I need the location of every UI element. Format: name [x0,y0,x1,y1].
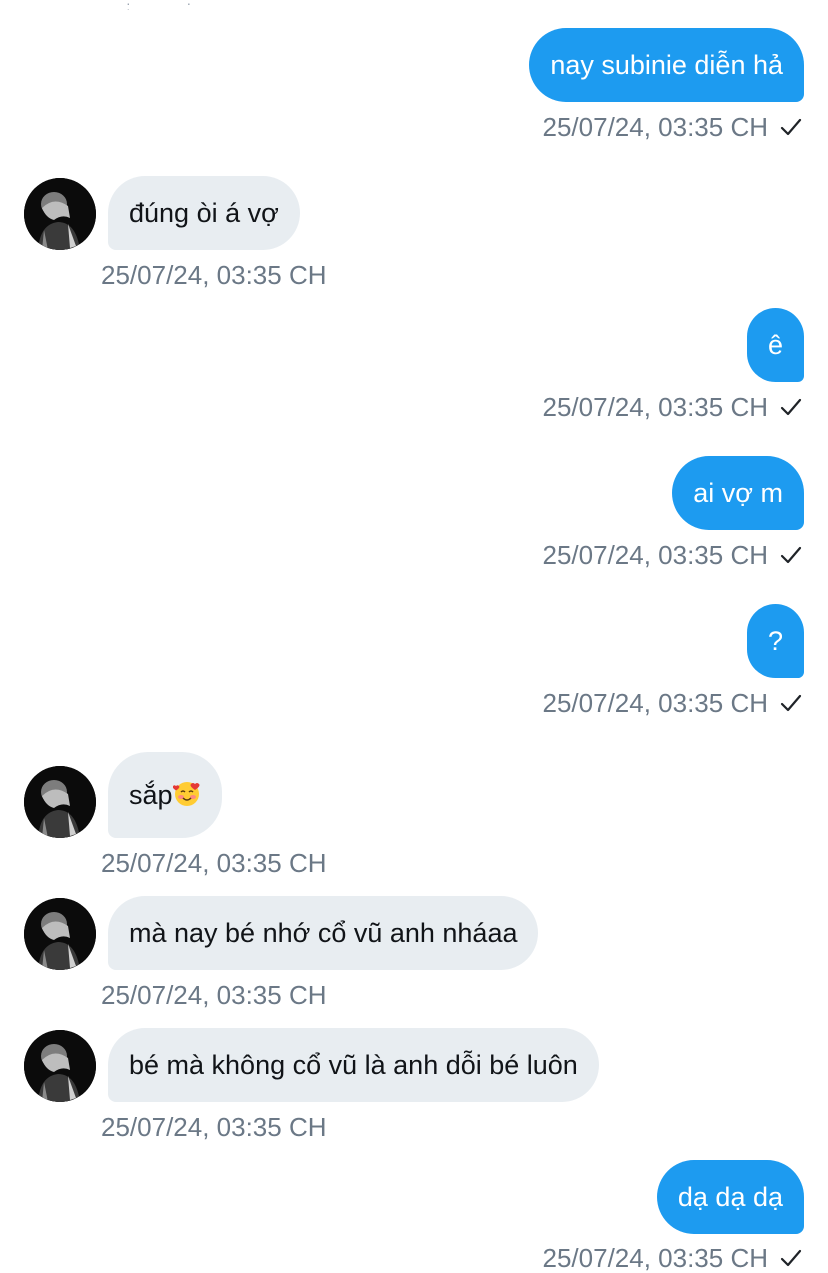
message-timestamp: 25/07/24, 03:35 CH [101,847,327,878]
message-timestamp: 25/07/24, 03:35 CH [101,259,327,290]
outgoing-message-bubble[interactable]: ? [746,604,804,678]
avatar[interactable] [24,178,96,250]
message-timestamp-row: 25/07/24, 03:35 CH [543,390,803,424]
message-timestamp: 25/07/24, 03:35 CH [542,1242,769,1273]
checkmark-icon [780,694,802,712]
avatar-photo [24,1030,96,1102]
message-timestamp: 25/07/24, 03:35 CH [542,111,769,142]
avatar[interactable] [24,766,96,838]
message-timestamp: 25/07/24, 03:35 CH [542,687,769,718]
avatar-photo [24,898,96,970]
message-timestamp-row: 25/07/24, 03:35 CH [543,538,803,572]
message-thread: · · · nay subinie diễn hả 25/07/24, 03:3… [0,0,828,1273]
outgoing-message-bubble[interactable]: ai vợ m [672,456,804,530]
checkmark-icon [780,546,802,564]
previous-timestamp-clipped: · · · [126,0,218,10]
incoming-message-bubble[interactable]: mà nay bé nhớ cổ vũ anh nháaa [108,896,539,970]
message-timestamp: 25/07/24, 03:35 CH [101,1111,327,1142]
incoming-message-bubble[interactable]: sắp [108,752,222,838]
message-timestamp-row: 25/07/24, 03:35 CH [101,978,327,1012]
message-timestamp: 25/07/24, 03:35 CH [542,539,769,570]
checkmark-icon [780,1249,802,1267]
message-timestamp-row: 25/07/24, 03:35 CH [543,1241,803,1273]
avatar-photo [24,178,96,250]
outgoing-message-bubble[interactable]: dạ dạ dạ [656,1160,804,1234]
message-timestamp-row: 25/07/24, 03:35 CH [101,1110,327,1144]
checkmark-icon [780,398,802,416]
smiling-face-with-hearts-icon [172,782,200,806]
avatar-photo [24,766,96,838]
incoming-message-bubble[interactable]: đúng òi á vợ [108,176,300,250]
message-timestamp: 25/07/24, 03:35 CH [542,391,769,422]
message-timestamp-row: 25/07/24, 03:35 CH [101,258,327,292]
message-timestamp-row: 25/07/24, 03:35 CH [543,110,803,144]
message-timestamp-row: 25/07/24, 03:35 CH [543,686,803,720]
avatar[interactable] [24,898,96,970]
message-timestamp-row: 25/07/24, 03:35 CH [101,846,327,880]
checkmark-icon [780,118,802,136]
message-timestamp: 25/07/24, 03:35 CH [101,979,327,1010]
outgoing-message-bubble[interactable]: ê [746,308,804,382]
avatar[interactable] [24,1030,96,1102]
message-text: sắp [129,780,173,810]
outgoing-message-bubble[interactable]: nay subinie diễn hả [529,28,804,102]
incoming-message-bubble[interactable]: bé mà không cổ vũ là anh dỗi bé luôn [108,1028,599,1102]
